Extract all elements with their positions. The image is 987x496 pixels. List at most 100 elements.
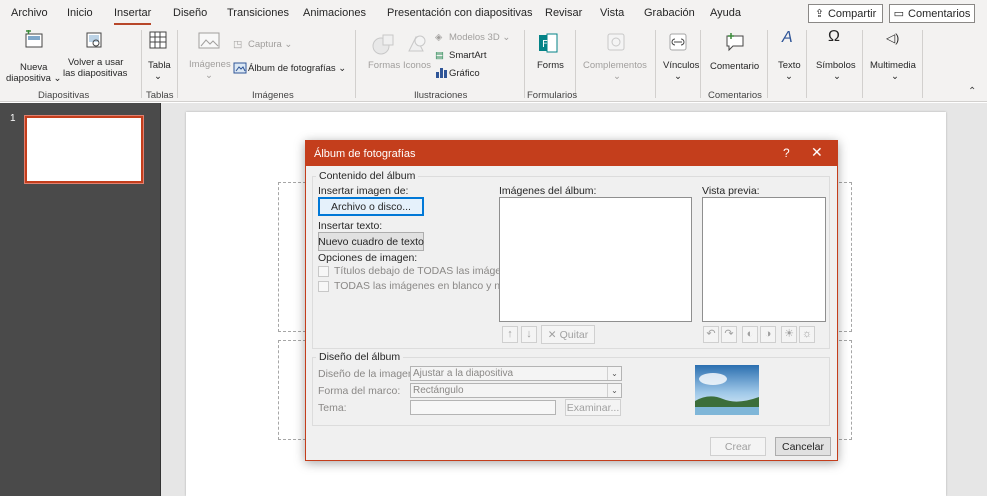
ribbon-separator	[806, 30, 807, 98]
camera-icon: ◳	[233, 39, 242, 50]
dialog-title-bar[interactable]: Álbum de fotografías ? ✕	[306, 141, 837, 166]
new-slide-label-2: diapositiva ⌄	[6, 73, 62, 84]
tab-ayuda[interactable]: Ayuda	[710, 7, 741, 19]
tab-transiciones[interactable]: Transiciones	[227, 7, 289, 19]
capture-label: Captura ⌄	[248, 39, 293, 50]
chevron-down-icon: ⌄	[674, 71, 682, 82]
new-slide-icon	[25, 30, 43, 48]
tab-inicio[interactable]: Inicio	[67, 7, 93, 19]
album-images-label: Imágenes del álbum:	[499, 185, 597, 197]
chevron-down-icon: ⌄	[891, 71, 899, 82]
group-label-forms: Formularios	[527, 90, 578, 101]
theme-label: Tema:	[318, 402, 347, 414]
picture-layout-select[interactable]: Ajustar a la diapositiva ⌄	[410, 366, 622, 381]
comments-label: Comentarios	[908, 7, 971, 20]
preview-pane	[702, 197, 826, 322]
decrease-contrast-button[interactable]: ◑	[760, 326, 776, 343]
share-button[interactable]: ⇪ Compartir	[808, 4, 883, 23]
links-label: Vínculos	[663, 60, 700, 71]
remove-label: Quitar	[559, 328, 589, 341]
tab-grabacion[interactable]: Grabación	[644, 7, 695, 19]
insert-text-label: Insertar texto:	[318, 220, 383, 232]
remove-button[interactable]: ✕ Quitar	[541, 325, 595, 344]
ribbon-separator	[767, 30, 768, 98]
symbols-label: Símbolos	[816, 60, 856, 71]
shapes-label: Formas	[368, 60, 401, 71]
tab-animaciones[interactable]: Animaciones	[303, 7, 366, 19]
frame-shape-select[interactable]: Rectángulo ⌄	[410, 383, 622, 398]
close-button[interactable]: ✕	[811, 144, 823, 161]
arrow-up-icon: ↑	[507, 328, 513, 340]
new-text-box-label: Nuevo cuadro de texto	[318, 235, 424, 248]
rotate-right-button[interactable]: ↷	[721, 326, 737, 343]
chevron-down-icon: ⌄	[613, 71, 621, 82]
tab-presentacion[interactable]: Presentación con diapositivas	[387, 7, 533, 19]
comment-label: Comentario	[710, 61, 760, 72]
new-text-box-button[interactable]: Nuevo cuadro de texto	[318, 232, 424, 251]
increase-brightness-button[interactable]: ☀	[781, 326, 797, 343]
addins-icon	[607, 33, 625, 51]
decrease-brightness-button[interactable]: ☼	[799, 326, 815, 343]
contrast-up-icon: ◐	[746, 328, 754, 340]
slide-thumbnail[interactable]	[24, 115, 144, 184]
photo-album-icon	[233, 62, 247, 74]
collapse-ribbon-icon[interactable]: ⌃	[968, 86, 976, 97]
rotate-left-button[interactable]: ↶	[703, 326, 719, 343]
reuse-slides-icon	[86, 32, 102, 48]
brightness-down-icon: ☼	[801, 328, 813, 340]
album-images-list[interactable]	[499, 197, 692, 322]
chevron-down-icon: ⌄	[833, 71, 841, 82]
ribbon-separator	[177, 30, 178, 98]
forms-icon: F	[539, 33, 558, 53]
increase-contrast-button[interactable]: ◐	[742, 326, 758, 343]
layout-preview-thumbnail	[695, 365, 759, 415]
picture-icon	[198, 32, 220, 49]
chevron-down-icon: ⌄	[785, 71, 793, 82]
icons-label: Iconos	[403, 60, 431, 71]
omega-icon: Ω	[828, 28, 840, 45]
tab-vista[interactable]: Vista	[600, 7, 624, 19]
preview-label: Vista previa:	[702, 185, 760, 197]
tab-revisar[interactable]: Revisar	[545, 7, 582, 19]
cube-icon: ◈	[435, 32, 443, 43]
photo-album-dialog: Álbum de fotografías ? ✕ Contenido del á…	[305, 140, 838, 461]
captions-checkbox[interactable]	[318, 266, 329, 277]
brightness-up-icon: ☀	[784, 328, 794, 340]
file-or-disk-button[interactable]: Archivo o disco...	[318, 197, 424, 216]
move-up-button[interactable]: ↑	[502, 326, 518, 343]
media-label: Multimedia	[870, 60, 916, 71]
comments-button[interactable]: ▭ Comentarios	[889, 4, 975, 23]
browse-label: Examinar...	[566, 401, 620, 414]
tab-insertar[interactable]: Insertar	[114, 7, 152, 25]
help-button[interactable]: ?	[783, 146, 790, 160]
browse-button[interactable]: Examinar...	[565, 399, 621, 416]
speaker-icon: ◁)	[886, 31, 900, 45]
cancel-button[interactable]: Cancelar	[775, 437, 831, 456]
share-icon: ⇪	[814, 8, 824, 20]
create-button[interactable]: Crear	[710, 437, 766, 456]
shapes-icon	[372, 34, 394, 55]
remove-icon: ✕	[547, 328, 557, 341]
theme-input[interactable]	[410, 400, 556, 415]
chart-label: Gráfico	[449, 68, 480, 79]
group-label-illustrations: Ilustraciones	[414, 90, 468, 101]
chevron-down-icon: ⌄	[607, 367, 621, 380]
ribbon-separator	[922, 30, 923, 98]
comment-icon: ▭	[893, 8, 905, 20]
new-comment-icon	[726, 33, 744, 52]
chevron-down-icon: ⌄	[154, 71, 162, 82]
models3d-label: Modelos 3D ⌄	[449, 32, 511, 43]
black-white-checkbox[interactable]	[318, 281, 329, 292]
images-label: Imágenes	[189, 59, 231, 70]
ribbon-separator	[700, 30, 701, 98]
album-contents-legend: Contenido del álbum	[316, 170, 419, 182]
group-label-tables: Tablas	[146, 90, 174, 101]
slide-number: 1	[10, 113, 16, 124]
tab-diseno[interactable]: Diseño	[173, 7, 207, 19]
ribbon-separator	[655, 30, 656, 98]
new-slide-label-1: Nueva	[20, 62, 48, 73]
move-down-button[interactable]: ↓	[521, 326, 537, 343]
captions-option-label: Títulos debajo de TODAS las imágenes	[334, 265, 519, 277]
tab-archivo[interactable]: Archivo	[11, 7, 48, 19]
ribbon-separator	[575, 30, 576, 98]
